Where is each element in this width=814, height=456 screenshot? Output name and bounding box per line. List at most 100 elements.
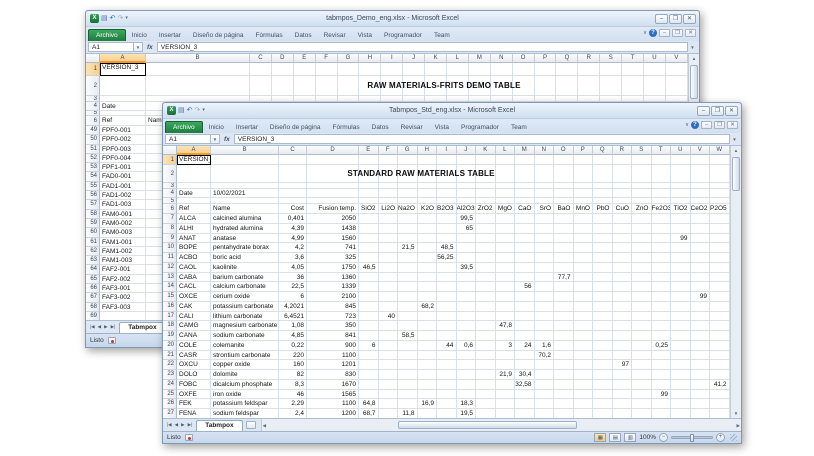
cell[interactable] bbox=[272, 76, 294, 96]
cell[interactable] bbox=[556, 76, 578, 96]
cell[interactable]: kaolinite bbox=[211, 263, 279, 273]
cell[interactable] bbox=[593, 263, 613, 273]
row-number-61[interactable]: 61 bbox=[86, 238, 100, 247]
cell[interactable] bbox=[535, 155, 555, 165]
cell[interactable] bbox=[146, 63, 250, 76]
cell[interactable]: 16,9 bbox=[418, 399, 438, 409]
cell[interactable]: TiO2 bbox=[671, 204, 691, 214]
cell[interactable]: 24 bbox=[515, 341, 535, 351]
cell[interactable] bbox=[359, 312, 379, 322]
cell[interactable] bbox=[496, 273, 516, 283]
cell[interactable] bbox=[359, 253, 379, 263]
cell[interactable] bbox=[554, 380, 574, 390]
cell[interactable]: 77,7 bbox=[554, 273, 574, 283]
cell[interactable] bbox=[691, 360, 711, 370]
cell[interactable] bbox=[379, 155, 399, 165]
cell[interactable] bbox=[613, 351, 633, 361]
cell[interactable] bbox=[554, 234, 574, 244]
row-number-16[interactable]: 16 bbox=[163, 302, 177, 312]
cell[interactable] bbox=[279, 155, 307, 165]
cell[interactable] bbox=[671, 409, 691, 419]
cell[interactable]: 10/02/2021 bbox=[211, 189, 279, 198]
column-header-N[interactable]: N bbox=[535, 146, 555, 155]
column-header-H[interactable]: H bbox=[418, 146, 438, 155]
cell[interactable] bbox=[379, 321, 399, 331]
cell[interactable] bbox=[437, 214, 457, 224]
cell[interactable] bbox=[515, 390, 535, 400]
cell[interactable] bbox=[632, 399, 652, 409]
cell[interactable] bbox=[710, 224, 730, 234]
save-icon[interactable]: ▤ bbox=[178, 106, 185, 115]
cell[interactable] bbox=[279, 189, 307, 198]
cell[interactable]: Al2O3 bbox=[457, 204, 477, 214]
cell[interactable] bbox=[418, 390, 438, 400]
cell[interactable] bbox=[496, 409, 516, 419]
cell[interactable] bbox=[457, 321, 477, 331]
cell[interactable] bbox=[593, 282, 613, 292]
cell[interactable]: 2,29 bbox=[279, 399, 307, 409]
cell[interactable] bbox=[691, 224, 711, 234]
cell[interactable]: 99,5 bbox=[457, 214, 477, 224]
cell[interactable]: magnesium carbonate bbox=[211, 321, 279, 331]
cell[interactable] bbox=[691, 263, 711, 273]
title-bar[interactable]: X ▤ ↶ ↷ ▾ tabmpos_Demo_eng.xlsx - Micros… bbox=[86, 11, 699, 27]
row-number-10[interactable]: 10 bbox=[163, 243, 177, 253]
cell[interactable] bbox=[593, 224, 613, 234]
cell[interactable]: 830 bbox=[307, 370, 359, 380]
cell[interactable] bbox=[632, 292, 652, 302]
cell[interactable] bbox=[671, 380, 691, 390]
cell[interactable] bbox=[379, 409, 399, 419]
cell[interactable] bbox=[652, 312, 672, 322]
cell[interactable] bbox=[496, 234, 516, 244]
cell[interactable]: SrO bbox=[535, 204, 555, 214]
cell[interactable]: sodium carbonate bbox=[211, 331, 279, 341]
undo-icon[interactable]: ↶ bbox=[187, 106, 193, 115]
cell[interactable]: 3,6 bbox=[279, 253, 307, 263]
cell[interactable] bbox=[379, 224, 399, 234]
fx-icon[interactable]: fx bbox=[143, 44, 157, 51]
cell[interactable] bbox=[457, 234, 477, 244]
cell[interactable] bbox=[691, 351, 711, 361]
cell[interactable]: 0,22 bbox=[279, 341, 307, 351]
cell[interactable]: sodium feldspar bbox=[211, 409, 279, 419]
cell[interactable]: 99 bbox=[652, 390, 672, 400]
cell[interactable]: 1201 bbox=[307, 360, 359, 370]
cell[interactable]: FAM0-001 bbox=[100, 210, 146, 219]
row-number-49[interactable]: 49 bbox=[86, 126, 100, 135]
cell[interactable]: 900 bbox=[307, 341, 359, 351]
cell[interactable] bbox=[379, 302, 399, 312]
last-sheet-icon[interactable]: ▶| bbox=[110, 324, 117, 330]
cell[interactable] bbox=[359, 282, 379, 292]
cell[interactable] bbox=[632, 214, 652, 224]
scroll-up-icon[interactable]: ▲ bbox=[689, 54, 699, 63]
cell[interactable] bbox=[671, 321, 691, 331]
cell[interactable] bbox=[671, 331, 691, 341]
cell[interactable] bbox=[515, 351, 535, 361]
cell[interactable] bbox=[515, 360, 535, 370]
cell[interactable] bbox=[294, 76, 316, 96]
cell[interactable] bbox=[515, 399, 535, 409]
cell[interactable]: Li2O bbox=[379, 204, 399, 214]
cell[interactable] bbox=[574, 341, 594, 351]
cell[interactable] bbox=[710, 302, 730, 312]
cell[interactable]: Fusion temp. bbox=[307, 204, 359, 214]
cell[interactable] bbox=[359, 155, 379, 165]
cell[interactable] bbox=[418, 263, 438, 273]
cell[interactable] bbox=[418, 234, 438, 244]
cell[interactable] bbox=[574, 292, 594, 302]
cell[interactable] bbox=[476, 302, 496, 312]
cell[interactable]: pentahydrate borax bbox=[211, 243, 279, 253]
vscroll-thumb[interactable] bbox=[732, 157, 740, 191]
cell[interactable] bbox=[632, 273, 652, 283]
cell[interactable] bbox=[515, 165, 535, 183]
cell[interactable] bbox=[469, 63, 491, 76]
cell[interactable] bbox=[535, 253, 555, 263]
cell[interactable]: FAD1-002 bbox=[100, 191, 146, 200]
cell[interactable]: 1200 bbox=[307, 409, 359, 419]
cell[interactable]: 0,401 bbox=[279, 214, 307, 224]
column-header-O[interactable]: O bbox=[554, 146, 574, 155]
cell[interactable] bbox=[250, 76, 272, 96]
column-header-A[interactable]: A bbox=[100, 54, 146, 63]
ribbon-tab-archivo[interactable]: Archivo bbox=[165, 121, 203, 133]
cell[interactable]: 0,25 bbox=[652, 341, 672, 351]
